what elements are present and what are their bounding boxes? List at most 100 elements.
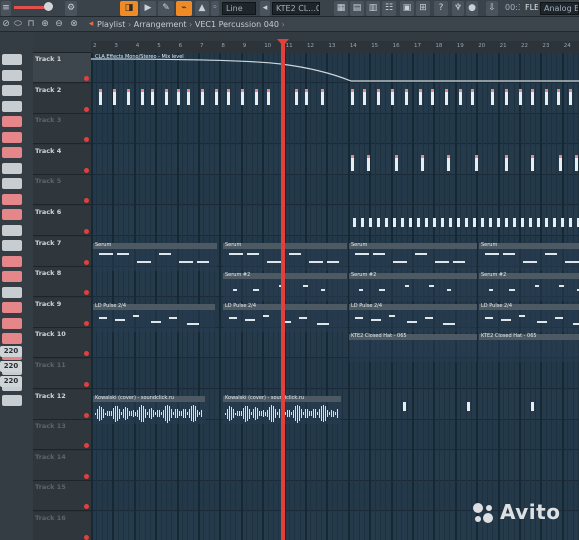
channel-shortcut[interactable]	[2, 317, 22, 329]
channel-shortcut[interactable]	[2, 178, 22, 189]
pattern-clip[interactable]: Serum #2	[223, 272, 347, 302]
help-icon[interactable]: ?	[434, 1, 448, 16]
track-record-dot[interactable]	[84, 351, 89, 357]
drum-hit[interactable]	[165, 88, 168, 105]
draw-icon[interactable]: ✎	[158, 1, 174, 16]
plugin-icon[interactable]: ⊞	[416, 1, 430, 16]
pattern-clip[interactable]: LD Pulse 2/4	[349, 303, 477, 332]
drum-hit[interactable]	[419, 88, 422, 105]
hat-hit[interactable]	[489, 218, 492, 227]
track-header[interactable]: Track 12	[33, 389, 91, 420]
track-header[interactable]: Track 3	[33, 114, 91, 145]
mixer-icon[interactable]: ☷	[382, 1, 396, 16]
pattern-clip[interactable]: LD Pulse 2/4	[479, 303, 579, 332]
options-icon[interactable]: ⊘	[1, 19, 11, 29]
pattern-clip[interactable]: Serum	[223, 242, 347, 271]
hat-hit[interactable]	[561, 218, 564, 227]
hat-hit[interactable]	[537, 218, 540, 227]
drum-hit[interactable]	[127, 88, 130, 105]
track-header[interactable]: Track 1	[33, 53, 91, 83]
channel-shortcut[interactable]	[2, 193, 22, 205]
track-header[interactable]: Track 16	[33, 512, 91, 540]
hat-hit[interactable]	[361, 218, 364, 227]
track-header[interactable]: Track 10	[33, 328, 91, 359]
hat-hit[interactable]	[409, 218, 412, 227]
drum-hit[interactable]	[267, 88, 270, 105]
track-header[interactable]: Track 14	[33, 450, 91, 481]
snap-icon[interactable]: ◨	[120, 1, 138, 16]
hat-hit[interactable]	[457, 218, 460, 227]
tempo-tag[interactable]: 220	[0, 376, 22, 387]
stamp-icon[interactable]: ⬭	[13, 19, 23, 29]
drum-hit[interactable]	[351, 154, 354, 171]
channel-shortcut[interactable]	[2, 286, 22, 298]
pattern-clip[interactable]: KTE2 Closed Hat - 065	[349, 333, 477, 363]
tempo-tag[interactable]: 220	[0, 361, 22, 372]
channel-rack-icon[interactable]: ▥	[366, 1, 380, 16]
drum-hit[interactable]	[99, 88, 102, 105]
pattern-clip[interactable]: LD Pulse 2/4	[93, 303, 215, 332]
playhead-line[interactable]	[281, 40, 285, 540]
hat-hit[interactable]	[569, 218, 572, 227]
track-record-dot[interactable]	[84, 320, 89, 326]
drum-hit[interactable]	[459, 88, 462, 105]
drum-hit[interactable]	[475, 154, 478, 171]
zoom-icon[interactable]: ◦	[211, 1, 219, 16]
pattern-clip[interactable]: Serum	[479, 242, 579, 271]
hat-hit[interactable]	[385, 218, 388, 227]
track-header[interactable]: Track 15	[33, 481, 91, 512]
hat-hit[interactable]	[433, 218, 436, 227]
channel-shortcut[interactable]	[2, 54, 22, 65]
drum-hit[interactable]	[305, 88, 308, 105]
track-record-dot[interactable]	[84, 106, 89, 112]
track-header[interactable]: Track 8	[33, 267, 91, 298]
slip-icon[interactable]: ⊖	[54, 19, 64, 29]
hat-hit[interactable]	[425, 218, 428, 227]
track-header[interactable]: Track 9	[33, 297, 91, 328]
track-record-dot[interactable]	[84, 76, 89, 81]
track-header[interactable]: Track 13	[33, 420, 91, 451]
channel-shortcut[interactable]	[2, 255, 22, 267]
track-header[interactable]: Track 6	[33, 206, 91, 236]
playlist-arrow-icon[interactable]: ◂	[86, 19, 96, 29]
track-record-dot[interactable]	[84, 443, 89, 449]
piano-roll-icon[interactable]: ▤	[350, 1, 364, 16]
hat-hit[interactable]	[441, 218, 444, 227]
pattern-clip[interactable]: Serum #2	[479, 272, 579, 302]
hat-hit[interactable]	[393, 218, 396, 227]
track-header[interactable]: Track 7	[33, 236, 91, 267]
breadcrumb-pattern[interactable]: VEC1 Percussion 040	[195, 20, 279, 29]
drum-hit[interactable]	[447, 154, 450, 171]
slice-icon[interactable]: ⌁	[176, 1, 192, 16]
track-record-dot[interactable]	[84, 259, 89, 265]
drum-hit[interactable]	[531, 88, 534, 105]
drum-hit[interactable]	[569, 88, 572, 105]
drum-hit[interactable]	[295, 88, 298, 105]
track-record-dot[interactable]	[84, 229, 89, 234]
channel-shortcut[interactable]	[2, 224, 22, 236]
drum-hit[interactable]	[545, 88, 548, 105]
hat-hit[interactable]	[505, 218, 508, 227]
master-pitch-knob[interactable]	[44, 2, 53, 11]
channel-shortcut[interactable]	[2, 85, 22, 96]
drum-hit[interactable]	[557, 88, 560, 105]
drum-hit[interactable]	[141, 88, 144, 105]
drum-hit[interactable]	[215, 88, 218, 105]
drum-hit[interactable]	[151, 88, 154, 105]
drum-hit[interactable]	[255, 88, 258, 105]
audio-blip[interactable]	[403, 401, 406, 411]
hat-hit[interactable]	[353, 218, 356, 227]
drum-hit[interactable]	[471, 88, 474, 105]
track-record-dot[interactable]	[84, 412, 89, 418]
track-record-dot[interactable]	[84, 473, 89, 479]
drum-hit[interactable]	[491, 88, 494, 105]
channel-shortcut[interactable]	[2, 209, 22, 220]
track-record-dot[interactable]	[84, 535, 89, 540]
hat-hit[interactable]	[513, 218, 516, 227]
record-icon[interactable]: ●	[466, 1, 478, 16]
track-header[interactable]: Track 4	[33, 144, 91, 175]
track-header[interactable]: Track 2	[33, 83, 91, 114]
drum-hit[interactable]	[531, 154, 534, 171]
drum-hit[interactable]	[395, 154, 398, 171]
drum-hit[interactable]	[321, 88, 324, 105]
